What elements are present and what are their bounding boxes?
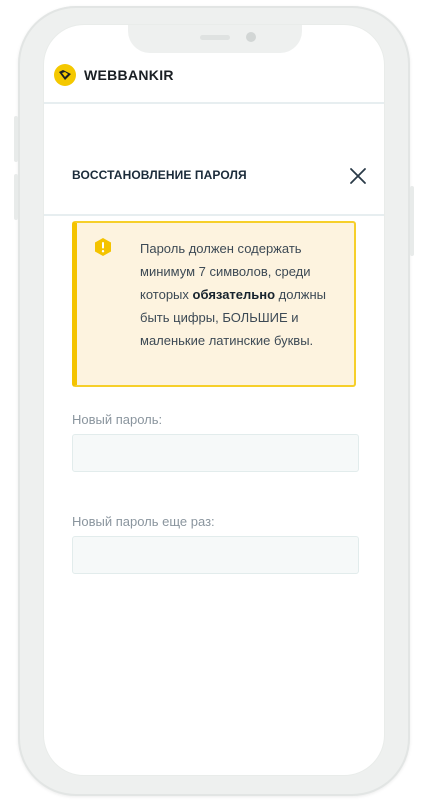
requirements-text-bold: обязательно — [192, 287, 276, 302]
speaker-grille — [200, 35, 230, 40]
front-camera — [246, 32, 256, 42]
modal-header: ВОССТАНОВЛЕНИЕ ПАРОЛЯ — [44, 150, 384, 216]
volume-up-button — [14, 116, 18, 162]
repeat-password-input[interactable] — [72, 536, 359, 574]
webbankir-logo-icon[interactable] — [54, 64, 76, 86]
new-password-label: Новый пароль: — [72, 412, 163, 427]
password-requirements-text: Пароль должен содержать минимум 7 символ… — [140, 237, 352, 352]
volume-down-button — [14, 174, 18, 220]
password-requirements-alert: Пароль должен содержать минимум 7 символ… — [72, 221, 356, 387]
repeat-password-label: Новый пароль еще раз: — [72, 514, 215, 529]
brand-name[interactable]: WEBBANKIR — [84, 67, 174, 83]
modal-title: ВОССТАНОВЛЕНИЕ ПАРОЛЯ — [72, 168, 247, 182]
phone-notch — [128, 25, 302, 53]
close-icon[interactable] — [346, 164, 370, 188]
new-password-input[interactable] — [72, 434, 359, 472]
power-button — [410, 186, 414, 256]
app-header: WEBBANKIR — [44, 56, 384, 104]
phone-screen — [44, 25, 384, 775]
warning-hexagon-icon — [93, 237, 113, 257]
